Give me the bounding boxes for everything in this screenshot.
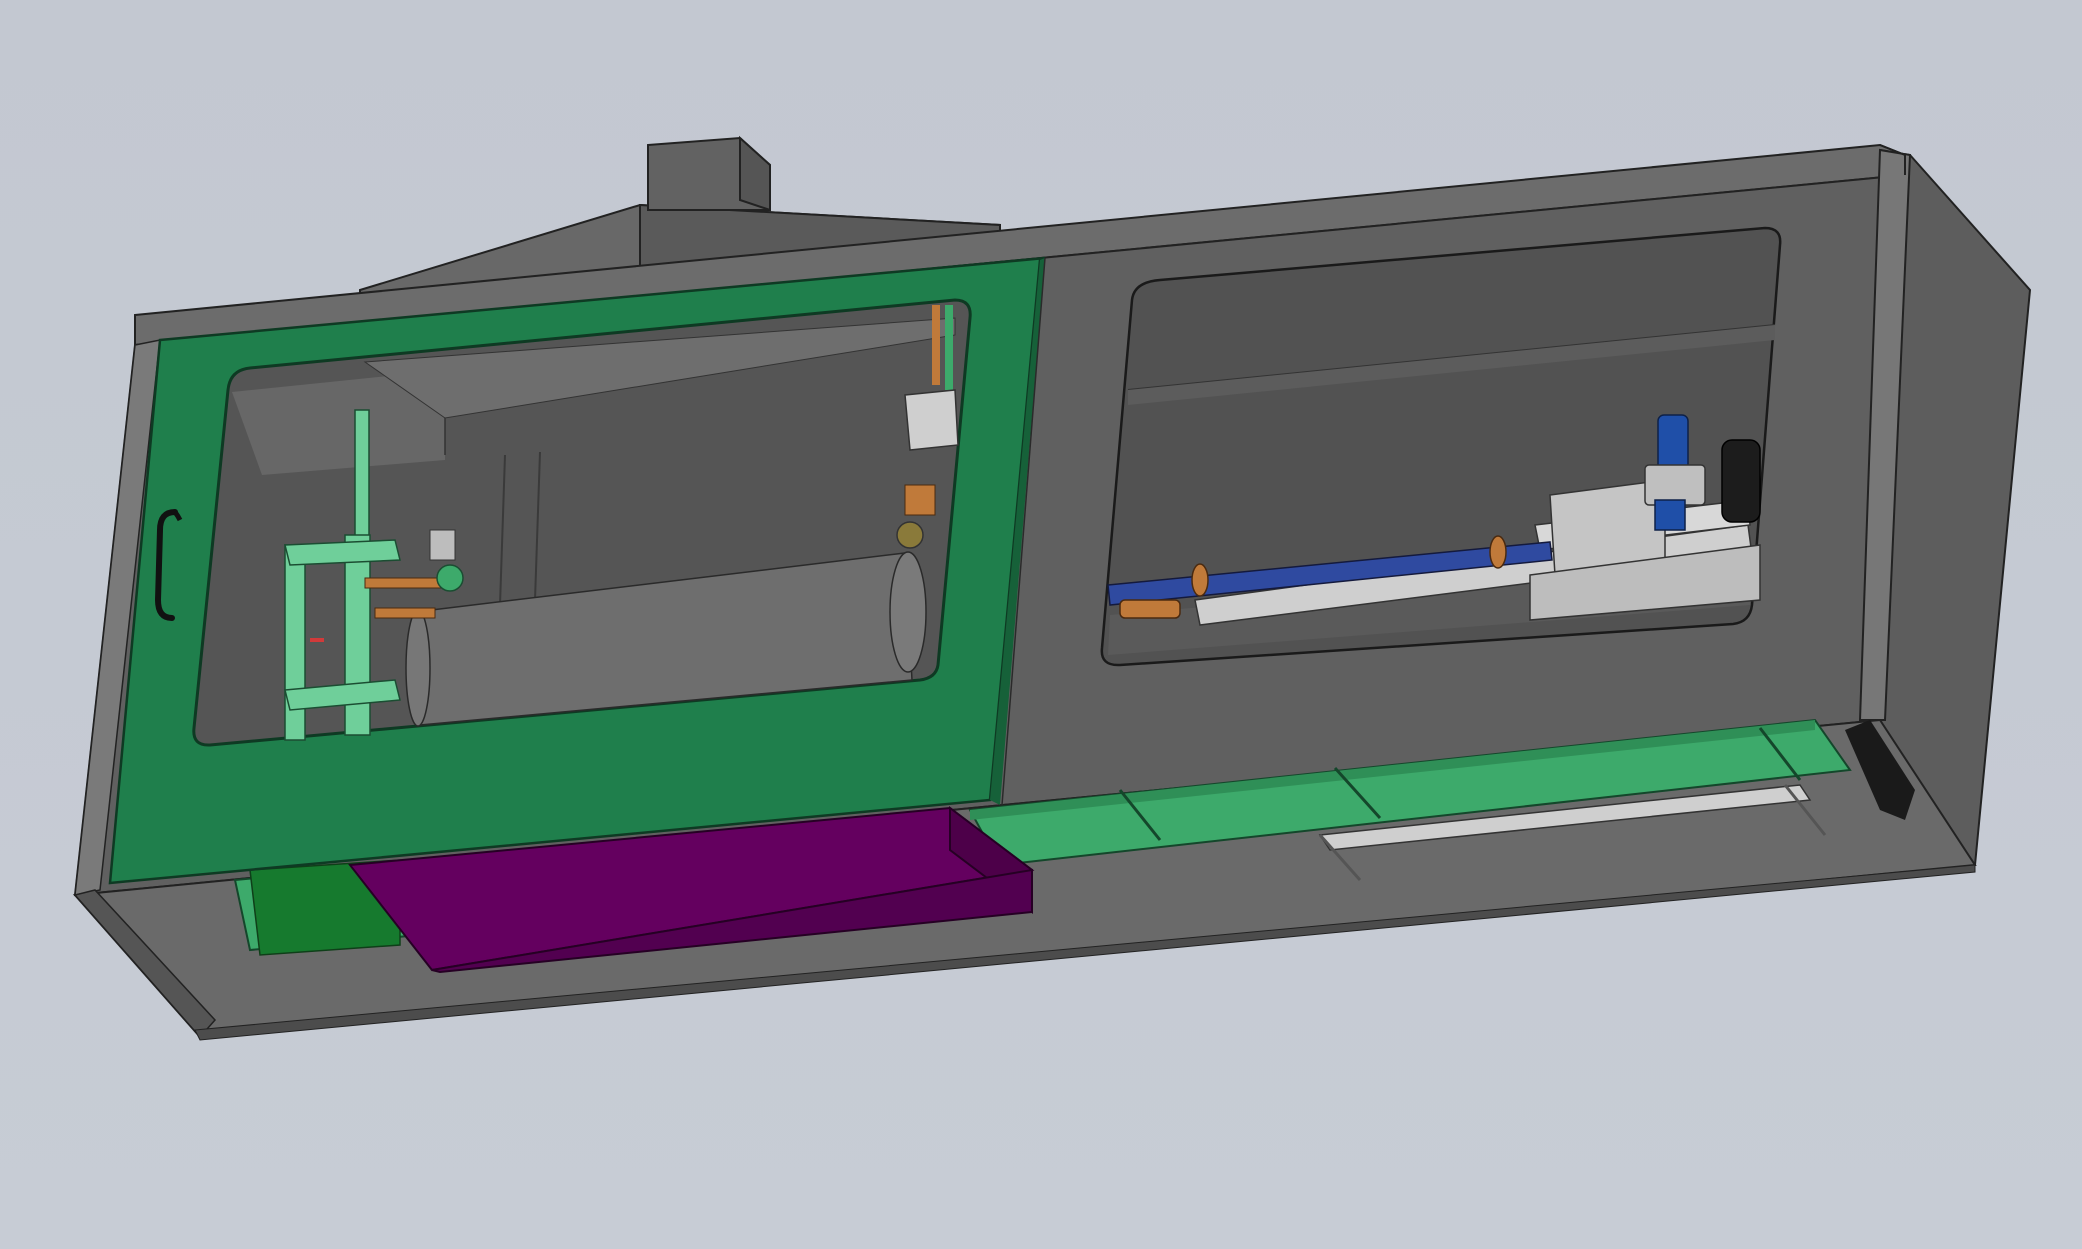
sliding-door[interactable] [108, 256, 1046, 885]
machine-model [72, 135, 2032, 1041]
cad-viewport[interactable] [0, 0, 2082, 1249]
